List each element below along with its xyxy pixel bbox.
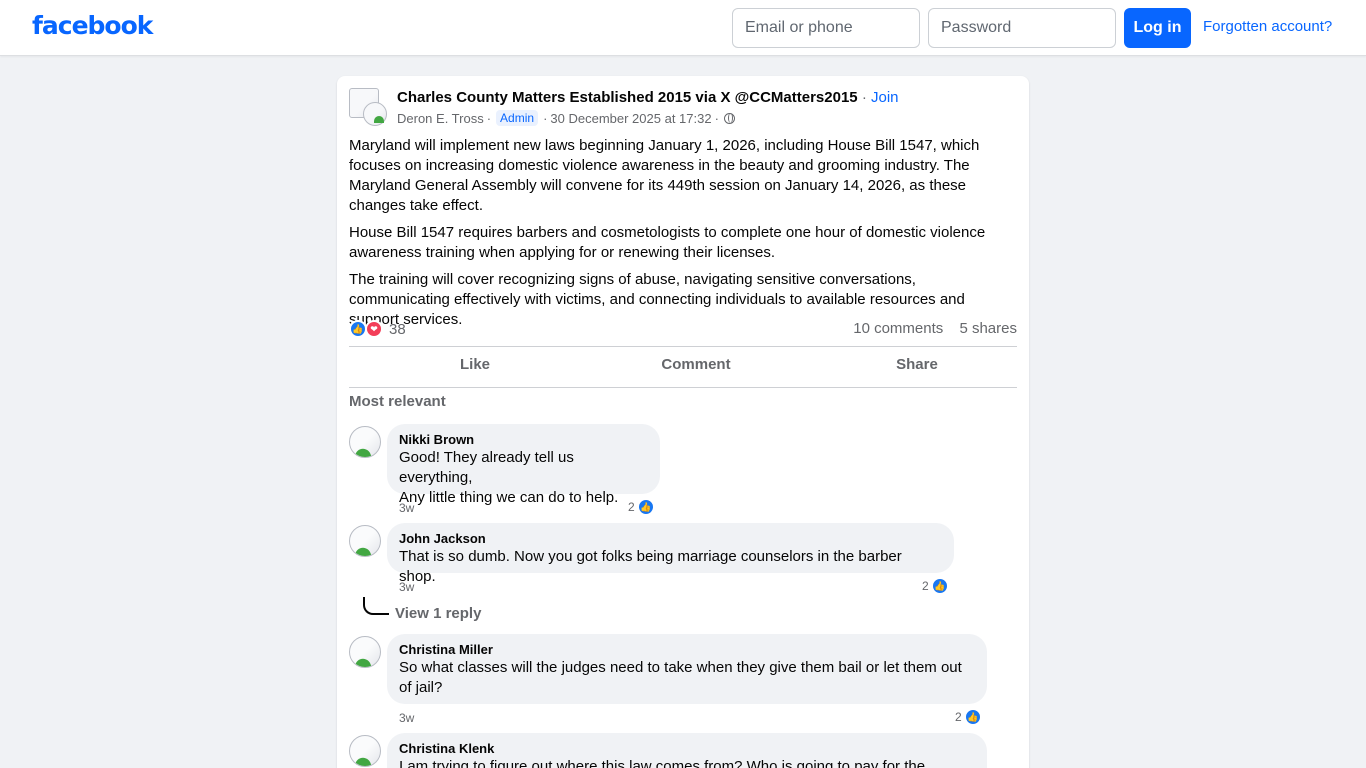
comments-count-link[interactable]: 10 comments	[853, 320, 943, 337]
commenter-avatar[interactable]	[349, 426, 381, 458]
reaction-count: 38	[389, 320, 406, 338]
shares-count-link[interactable]: 5 shares	[959, 320, 1017, 337]
divider	[349, 387, 1017, 388]
commenter-avatar[interactable]	[349, 525, 381, 557]
comment-likes[interactable]: 2 👍	[955, 708, 982, 726]
comment-sort-dropdown[interactable]: Most relevant	[349, 393, 446, 410]
comment-button[interactable]: Comment	[585, 356, 807, 373]
commenter-name[interactable]: John Jackson	[399, 531, 942, 547]
group-avatar[interactable]	[349, 88, 387, 126]
join-link[interactable]: Join	[871, 89, 899, 106]
email-input[interactable]	[732, 8, 920, 48]
comment-bubble: Christina Miller So what classes will th…	[387, 634, 987, 704]
group-name-link[interactable]: Charles County Matters Established 2015 …	[397, 89, 858, 106]
commenter-name[interactable]: Christina Miller	[399, 642, 975, 658]
post-stats: 10 comments 5 shares	[853, 320, 1017, 337]
comment-like-count: 2	[922, 579, 929, 593]
like-reaction-icon: 👍	[963, 708, 982, 726]
reply-connector-icon	[363, 597, 389, 615]
author-name-link[interactable]: Deron E. Tross	[397, 111, 484, 126]
comment-text-line: Any little thing we can do to help.	[399, 489, 619, 506]
login-button[interactable]: Log in	[1124, 8, 1191, 48]
post-body: Maryland will implement new laws beginni…	[349, 136, 1017, 337]
comment-like-count: 2	[628, 500, 635, 514]
view-replies-button[interactable]: View 1 reply	[395, 605, 481, 622]
like-button[interactable]: Like	[364, 356, 586, 373]
comment-text-line: I am trying to figure out where this law…	[399, 758, 926, 768]
love-reaction-icon: ❤	[365, 320, 383, 338]
like-reaction-icon: 👍	[636, 498, 655, 516]
facebook-logo[interactable]: facebook	[32, 11, 153, 40]
globe-icon	[723, 112, 735, 124]
comment-text-line: So what classes will the judges need to …	[399, 659, 962, 676]
comment-bubble: Christina Klenk I am trying to figure ou…	[387, 733, 987, 768]
comment-likes[interactable]: 2 👍	[922, 577, 949, 595]
reactions-summary[interactable]: 👍 ❤ 38	[349, 320, 406, 338]
commenter-avatar[interactable]	[349, 735, 381, 767]
comment-like-count: 2	[955, 710, 962, 724]
separator-dot: ·	[543, 110, 548, 126]
forgotten-account-link[interactable]: Forgotten account?	[1203, 18, 1332, 35]
separator-dot: ·	[861, 89, 871, 106]
separator-dot: ·	[714, 110, 719, 126]
divider	[349, 346, 1017, 347]
admin-badge: Admin	[496, 110, 539, 126]
commenter-name[interactable]: Christina Klenk	[399, 741, 975, 757]
post-paragraph: Maryland will implement new laws beginni…	[349, 137, 980, 214]
comment-likes[interactable]: 2 👍	[628, 498, 655, 516]
separator-dot: ·	[486, 110, 492, 126]
top-bar: facebook Log in Forgotten account?	[0, 0, 1366, 56]
comment-time[interactable]: 3w	[399, 501, 414, 515]
share-button[interactable]: Share	[806, 356, 1028, 373]
comment-bubble: Nikki Brown Good! They already tell us e…	[387, 424, 660, 506]
post-paragraph: House Bill 1547 requires barbers and cos…	[349, 224, 986, 261]
comment-text-line: of jail?	[399, 679, 443, 696]
post-card: Charles County Matters Established 2015 …	[337, 76, 1029, 768]
comment-time[interactable]: 3w	[399, 580, 414, 594]
comment-text-line: Good! They already tell us everything,	[399, 449, 574, 486]
author-image-icon	[363, 102, 387, 126]
post-header: Charles County Matters Established 2015 …	[397, 89, 899, 106]
password-input[interactable]	[928, 8, 1116, 48]
post-meta: Deron E. Tross · Admin · 30 December 202…	[397, 110, 735, 126]
comment-text-line: That is so dumb. Now you got folks being…	[399, 548, 902, 585]
like-reaction-icon: 👍	[930, 577, 949, 595]
post-timestamp[interactable]: 30 December 2025 at 17:32	[550, 111, 711, 126]
commenter-avatar[interactable]	[349, 636, 381, 668]
comment-bubble: John Jackson That is so dumb. Now you go…	[387, 523, 954, 585]
commenter-name[interactable]: Nikki Brown	[399, 432, 648, 448]
comment-time[interactable]: 3w	[399, 711, 414, 725]
